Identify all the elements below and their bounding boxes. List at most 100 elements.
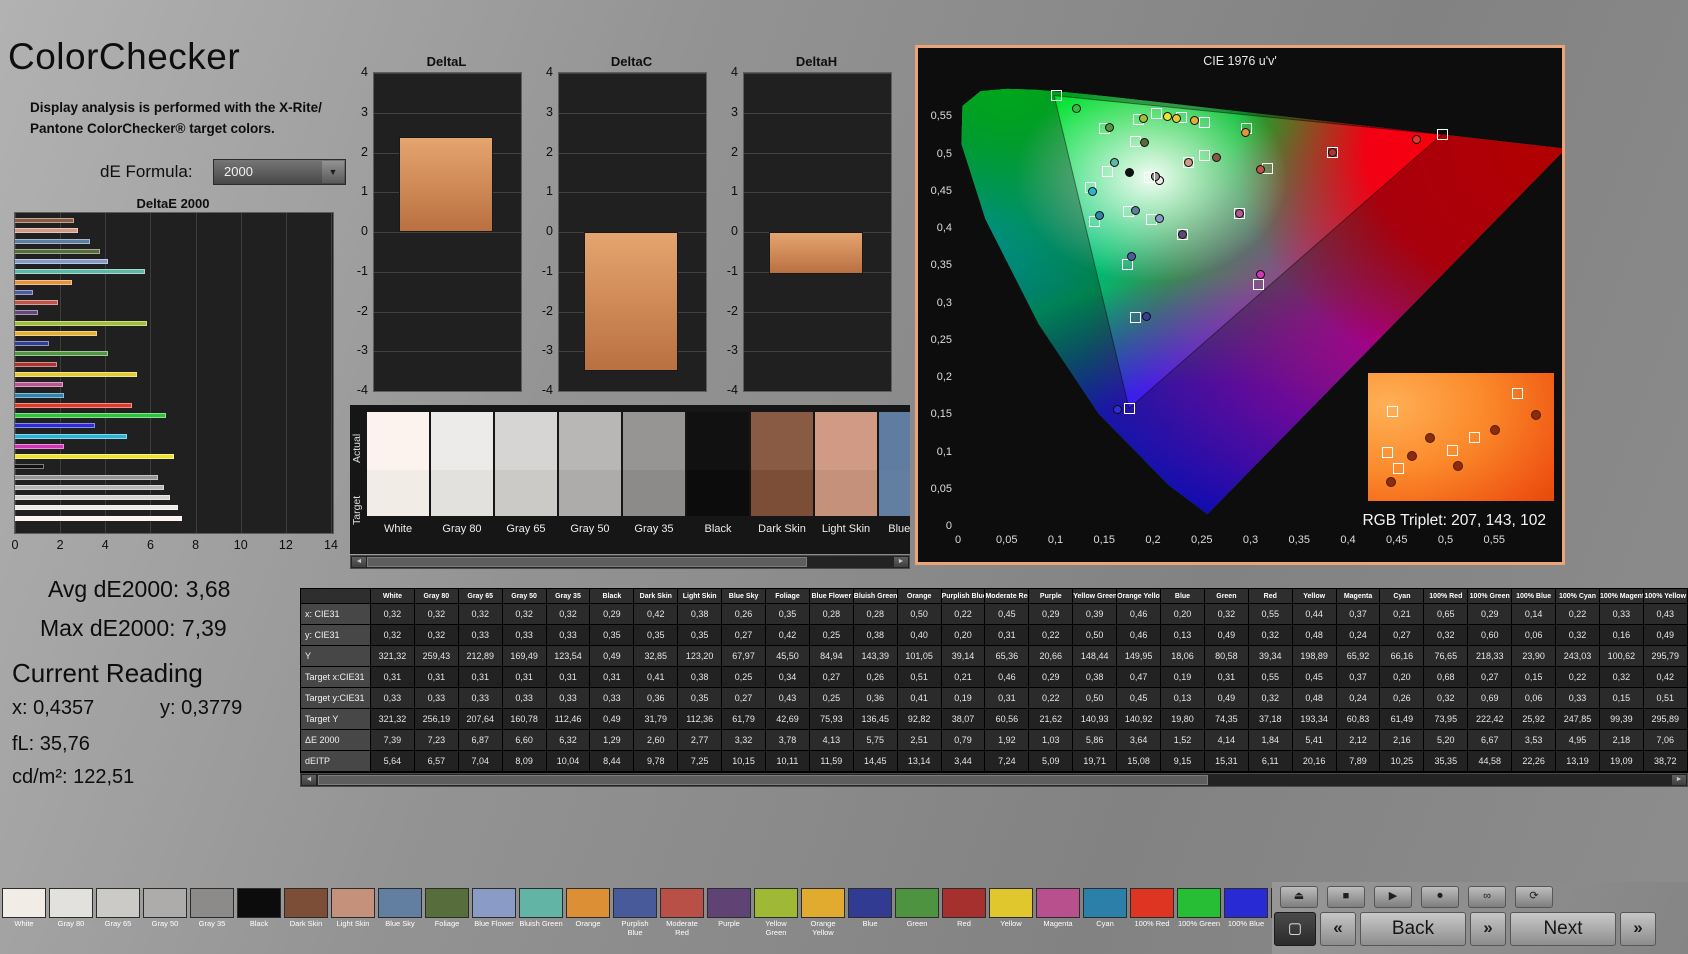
bottom-swatch[interactable]: Blue Flower (472, 888, 516, 938)
table-cell: 0,49 (590, 709, 635, 730)
table-cell: 0,33 (1599, 604, 1644, 625)
bottom-swatch[interactable]: Cyan (1083, 888, 1127, 938)
table-row-label: dEITP (301, 751, 371, 772)
table-cell: 143,39 (853, 646, 898, 667)
inset-target-marker (1446, 444, 1458, 456)
table-cell: 0,33 (590, 688, 635, 709)
strip-patch[interactable]: Gray 65 (495, 412, 557, 554)
table-cell: 15,08 (1117, 751, 1162, 772)
bottom-swatch-label: Cyan (1096, 920, 1114, 928)
table-row: Y 321,32 259,43 212,89 169,49 123,54 0,49 32,85… (301, 646, 1687, 667)
table-column-header: Gray 80 (414, 589, 459, 604)
strip-patch[interactable]: Blue Sky (879, 412, 910, 554)
bottom-swatch[interactable]: Red (942, 888, 986, 938)
bottom-swatch[interactable]: 100% Green (1177, 888, 1221, 938)
cie-x-tick-label: 0 (954, 534, 962, 546)
deltae-bar (15, 269, 145, 275)
chevron-down-icon[interactable]: ▼ (322, 161, 344, 183)
bottom-swatch[interactable]: Yellow (989, 888, 1033, 938)
deltae-bar (15, 218, 74, 223)
deltae-bar (15, 320, 148, 326)
strip-patch[interactable]: Light Skin (815, 412, 877, 554)
scroll-left-icon[interactable]: ◄ (352, 557, 366, 567)
bottom-swatch[interactable]: 100% Red (1130, 888, 1174, 938)
strip-patch[interactable]: White (367, 412, 429, 554)
de-formula-dropdown[interactable]: 2000 ▼ (213, 159, 346, 185)
bottom-swatch[interactable]: Gray 50 (143, 888, 187, 938)
cie-x-tick-label: 0,5 (1437, 534, 1454, 546)
table-cell: 0,29 (1029, 667, 1074, 688)
cie-measured-marker (1163, 112, 1173, 122)
cie-y-tick-label: 0,15 (930, 408, 952, 421)
table-cell: 0,48 (1292, 625, 1337, 646)
strip-patch[interactable]: Gray 80 (431, 412, 493, 554)
record-icon-button[interactable]: ⏺ (1421, 886, 1459, 908)
cie-measured-marker (1141, 312, 1151, 322)
bottom-swatch[interactable]: 100% Blue (1224, 888, 1268, 938)
scroll-right-icon[interactable]: ► (894, 557, 908, 567)
strip-patch-label: Gray 65 (506, 523, 546, 535)
table-scrollbar-thumb[interactable] (318, 775, 1208, 785)
bottom-swatch[interactable]: Magenta (1036, 888, 1080, 938)
bottom-swatch-label: Foliage (434, 920, 460, 928)
bottom-swatch[interactable]: Bluish Green (519, 888, 563, 938)
strip-patch[interactable]: Dark Skin (751, 412, 813, 554)
bottom-swatch[interactable]: Orange (566, 888, 610, 938)
table-scrollbar[interactable]: ◄ ► (300, 773, 1688, 787)
table-cell: 0,33 (458, 625, 503, 646)
layout-icon-button[interactable]: ▢ (1274, 912, 1316, 946)
back-chevron-icon[interactable]: « (1320, 912, 1356, 946)
bottom-swatch[interactable]: White (2, 888, 46, 938)
bottom-swatch[interactable]: Gray 80 (49, 888, 93, 938)
bottom-swatch[interactable]: Blue Sky (378, 888, 422, 938)
bottom-swatch[interactable]: Gray 65 (96, 888, 140, 938)
table-cell: 38,72 (1643, 751, 1687, 772)
strip-scrollbar[interactable]: ◄ ► (350, 555, 910, 569)
bottom-swatch[interactable]: Purplish Blue (613, 888, 657, 938)
strip-scrollbar-thumb[interactable] (367, 557, 807, 567)
eject-icon-button[interactable]: ⏏ (1280, 886, 1318, 908)
bottom-swatch-color (472, 888, 516, 918)
loop-icon-button[interactable]: ∞ (1468, 886, 1506, 908)
stop-icon-button[interactable]: ■ (1327, 886, 1365, 908)
table-cell: 243,03 (1556, 646, 1600, 667)
inset-measured-marker (1425, 433, 1436, 443)
bottom-swatch[interactable]: Black (237, 888, 281, 938)
delta-bar (398, 136, 494, 232)
table-cell: 0,31 (458, 667, 503, 688)
strip-patch[interactable]: Black (687, 412, 749, 554)
bottom-swatch[interactable]: Orange Yellow (801, 888, 845, 938)
last-chevron-icon[interactable]: » (1620, 912, 1656, 946)
delta-tick-label: -4 (356, 383, 368, 397)
strip-patch[interactable]: Gray 35 (623, 412, 685, 554)
bottom-swatch[interactable]: Moderate Red (660, 888, 704, 938)
cie-y-tick-label: 0,45 (930, 184, 952, 197)
table-cell: 7,04 (458, 751, 503, 772)
delta-tick-label: 0 (731, 224, 738, 238)
table-cell: 0,46 (1117, 604, 1162, 625)
delta-chart-title: DeltaH (795, 54, 838, 69)
next-button[interactable]: Next (1510, 912, 1616, 946)
bottom-swatch[interactable]: Yellow Green (754, 888, 798, 938)
back-button[interactable]: Back (1360, 912, 1466, 946)
scroll-left-icon[interactable]: ◄ (302, 775, 316, 785)
bottom-swatch[interactable]: Green (895, 888, 939, 938)
bottom-swatch-color (2, 888, 46, 918)
bottom-swatch[interactable]: Blue (848, 888, 892, 938)
next-chevron-icon[interactable]: » (1470, 912, 1506, 946)
strip-patch[interactable]: Gray 50 (559, 412, 621, 554)
table-cell: 0,48 (1292, 688, 1337, 709)
table-cell: 193,34 (1292, 709, 1337, 730)
bottom-swatch[interactable]: Gray 35 (190, 888, 234, 938)
bottom-swatch[interactable]: Dark Skin (284, 888, 328, 938)
play-icon-button[interactable]: ▶ (1374, 886, 1412, 908)
table-cell: 259,43 (414, 646, 459, 667)
refresh-icon-button[interactable]: ⟳ (1515, 886, 1553, 908)
bottom-swatch[interactable]: Purple (707, 888, 751, 938)
bottom-swatch[interactable]: Foliage (425, 888, 469, 938)
cie-measured-marker (1139, 138, 1149, 148)
scroll-right-icon[interactable]: ► (1672, 775, 1686, 785)
table-cell: 0,46 (985, 667, 1030, 688)
table-cell: 0,22 (941, 604, 986, 625)
bottom-swatch[interactable]: Light Skin (331, 888, 375, 938)
